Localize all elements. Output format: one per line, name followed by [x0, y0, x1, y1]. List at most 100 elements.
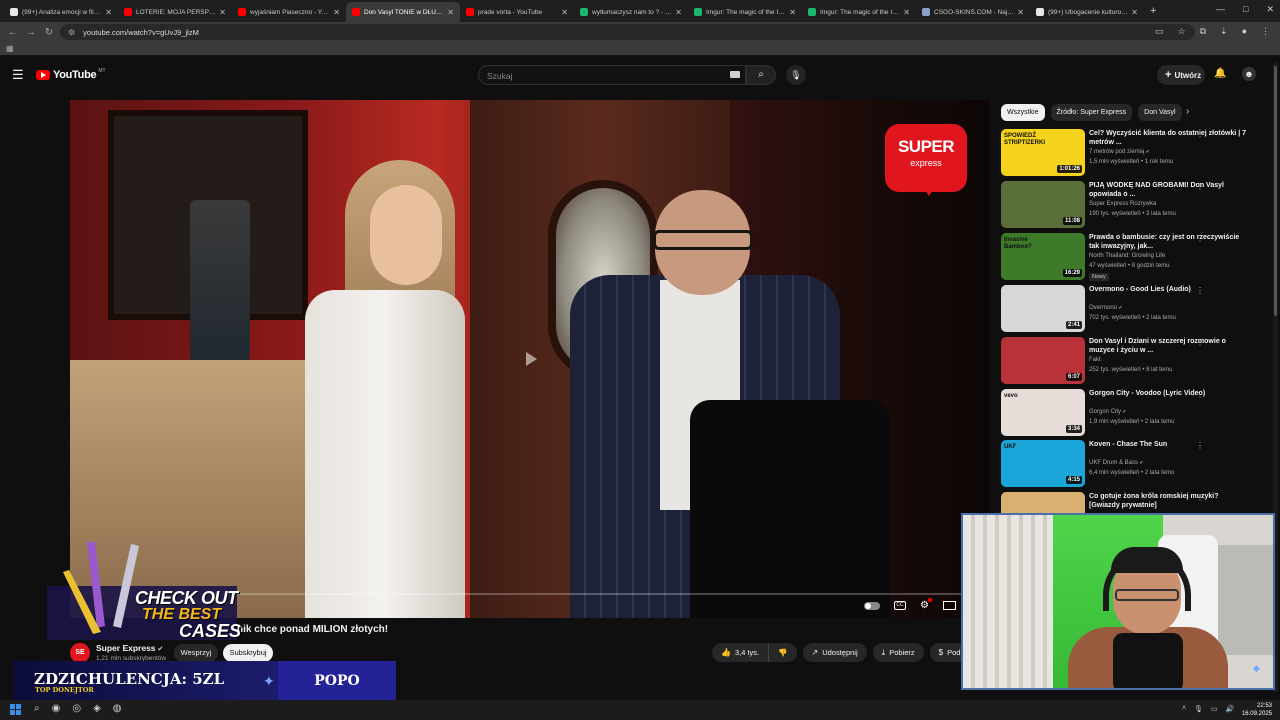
reload-icon[interactable]: ↻ [44, 27, 54, 38]
close-window-icon[interactable]: ✕ [1266, 4, 1274, 15]
address-bar[interactable]: ⚙ youtube.com/watch?v=gUvJ9_jlzM [60, 24, 1195, 40]
tab-close-icon[interactable]: ✕ [219, 8, 226, 17]
browser-tab[interactable]: CSGO-SKINS.COM - Najlepsze✕ [916, 2, 1030, 22]
recommendation-channel-row[interactable]: Overmono ✔ [1089, 305, 1123, 311]
recommendation-channel-row[interactable]: Fakt [1089, 357, 1101, 363]
recommendation-thumbnail[interactable]: UKF 4:15 [1001, 440, 1085, 487]
search-input[interactable]: Szukaj [478, 65, 746, 85]
dislike-button[interactable]: 👎 [769, 643, 797, 662]
browser-tab[interactable]: prade vorta - YouTube ✕ [460, 2, 574, 22]
site-info-icon[interactable]: ⚙ [68, 28, 75, 37]
browser-tab[interactable]: Imgur: The magic of the Internet✕ [802, 2, 916, 22]
recommendation-item[interactable]: Invasive Bamboo? 16:29 Prawda o bambusie: … [1001, 233, 1266, 283]
menu-icon[interactable]: ☰ [12, 67, 24, 83]
tray-mic-icon[interactable]: 🎙 [1194, 705, 1203, 713]
taskbar-obs-icon[interactable]: ◍ [113, 703, 122, 714]
subtitles-icon[interactable]: CC [894, 601, 907, 610]
cast-icon[interactable]: ▭ [1155, 26, 1164, 37]
download-icon[interactable]: ⇣ [1220, 26, 1228, 37]
profile-icon[interactable]: ● [1242, 26, 1247, 37]
tray-network-icon[interactable]: ▭ [1211, 705, 1218, 713]
new-tab-icon[interactable]: + [1150, 5, 1156, 17]
back-icon[interactable]: ← [8, 27, 18, 38]
browser-tab[interactable]: (99+) Analiza emocji w filmie ✕ [4, 2, 118, 22]
tab-close-icon[interactable]: ✕ [333, 8, 340, 17]
search-button[interactable]: ⌕ [746, 65, 776, 85]
tab-close-icon[interactable]: ✕ [675, 8, 682, 17]
channel-avatar[interactable]: SE [70, 643, 90, 663]
taskbar-app-icon[interactable]: ◈ [93, 703, 101, 714]
recommendation-title[interactable]: Prawda o bambusie: czy jest on rzeczywiś… [1089, 233, 1249, 251]
tab-close-icon[interactable]: ✕ [1017, 8, 1024, 17]
recommendation-channel-row[interactable]: UKF Drum & Bass ✔ [1089, 460, 1144, 466]
page-scrollbar-thumb[interactable] [1274, 66, 1277, 316]
keyboard-icon[interactable] [730, 71, 740, 78]
tray-volume-icon[interactable]: 🔊 [1226, 705, 1235, 713]
download-button[interactable]: ⤓ Pobierz [872, 643, 924, 662]
like-button[interactable]: 👍 3,4 tys. [712, 643, 770, 662]
recommendation-thumbnail[interactable]: 11:08 [1001, 181, 1085, 228]
autoplay-toggle[interactable] [864, 601, 881, 610]
apps-icon[interactable]: ▦ [6, 44, 14, 53]
more-options-icon[interactable]: ⋮ [1196, 390, 1204, 399]
theater-mode-icon[interactable] [943, 601, 956, 610]
start-windows-icon[interactable] [10, 704, 21, 715]
recommendation-title[interactable]: Koven - Chase The Sun [1089, 440, 1249, 449]
recommendation-title[interactable]: Co gotuje żona króla romskiej muzyki? [G… [1089, 492, 1249, 510]
minimize-icon[interactable]: — [1216, 4, 1225, 15]
recommendation-thumbnail[interactable]: vevo 3:34 [1001, 389, 1085, 436]
more-options-icon[interactable]: ⋮ [1196, 441, 1204, 450]
bookmark-star-icon[interactable]: ☆ [1178, 26, 1186, 37]
browser-tab[interactable]: Don Vasyl TONIE w DŁUGACH✕ [346, 2, 460, 22]
recommendation-item[interactable]: 11:08 PIJĄ WÓDKĘ NAD GROBAMI! Don Vasyl o… [1001, 181, 1266, 231]
recommendation-title[interactable]: Cel? Wyczyścić klienta do ostatniej złot… [1089, 129, 1249, 147]
taskbar-clock[interactable]: 22:53 16.09.2025 [1238, 702, 1272, 718]
browser-tab[interactable]: wyjaśniam Piaseczno - YouTube✕ [232, 2, 346, 22]
chevron-right-icon[interactable]: › [1186, 106, 1189, 117]
recommendation-item[interactable]: 2:41 Overmono - Good Lies (Audio) Overmono… [1001, 285, 1266, 335]
channel-name-row[interactable]: Super Express ✔ [96, 643, 163, 653]
tab-close-icon[interactable]: ✕ [447, 8, 454, 17]
more-options-icon[interactable]: ⋮ [1196, 286, 1204, 295]
recommendation-thumbnail[interactable]: 6:07 [1001, 337, 1085, 384]
recommendation-item[interactable]: vevo 3:34 Gorgon City - Voodoo (Lyric Vide… [1001, 389, 1266, 439]
recommendation-item[interactable]: SPOWIEDŹ STRIPTIZERKI 1:01:26 Cel? Wyczyśc… [1001, 129, 1266, 179]
recommendation-channel-row[interactable]: 7 metrów pod ziemią ✔ [1089, 149, 1150, 155]
recommendation-channel-row[interactable]: North Thailand: Growing Life [1089, 253, 1165, 259]
browser-tab[interactable]: Imgur: The magic of the Internet✕ [688, 2, 802, 22]
recommendation-title[interactable]: Gorgon City - Voodoo (Lyric Video) [1089, 389, 1249, 398]
tab-close-icon[interactable]: ✕ [561, 8, 568, 17]
youtube-logo[interactable]: YouTube MT [36, 68, 106, 81]
recommendation-channel-row[interactable]: Gorgon City ✔ [1089, 409, 1127, 415]
recommendation-thumbnail[interactable]: SPOWIEDŹ STRIPTIZERKI 1:01:26 [1001, 129, 1085, 176]
notifications-bell-icon[interactable]: 🔔 [1214, 68, 1226, 79]
filter-chip[interactable]: Don Vasyl [1138, 104, 1182, 121]
channel-name[interactable]: Super Express [96, 643, 156, 653]
browser-tab[interactable]: wytłumaczysz nam to ? - Imgur✕ [574, 2, 688, 22]
center-play-icon[interactable] [520, 348, 542, 370]
filter-chip[interactable]: Źródło: Super Express [1050, 104, 1133, 121]
tray-chevron-icon[interactable]: ˄ [1182, 705, 1186, 713]
taskbar-discord-icon[interactable]: ◉ [52, 703, 61, 714]
tab-close-icon[interactable]: ✕ [105, 8, 112, 17]
share-button[interactable]: ↗ Udostępnij [802, 643, 867, 662]
support-button[interactable]: Wesprzyj [174, 644, 218, 662]
subscribe-button[interactable]: Subskrybuj [223, 644, 273, 662]
create-button[interactable]: + Utwórz [1157, 65, 1205, 85]
recommendation-channel-row[interactable]: Super Express Rozrywka [1089, 201, 1156, 207]
more-options-icon[interactable]: ⋮ [1196, 182, 1204, 191]
recommendation-item[interactable]: 6:07 Don Vasyl i Dziani w szczerej rozmow… [1001, 337, 1266, 387]
browser-tab[interactable]: LOTERIE: MOJA PERSPEKTYWA✕ [118, 2, 232, 22]
more-options-icon[interactable]: ⋮ [1196, 338, 1204, 347]
filter-chip[interactable]: Wszystkie [1001, 104, 1045, 121]
more-options-icon[interactable]: ⋮ [1196, 493, 1204, 502]
taskbar-chrome-icon[interactable]: ◎ [72, 703, 81, 714]
more-options-icon[interactable]: ⋮ [1196, 130, 1204, 139]
tab-close-icon[interactable]: ✕ [1131, 8, 1138, 17]
extensions-icon[interactable]: ⧉ [1200, 26, 1206, 37]
taskbar-search-icon[interactable]: ⌕ [34, 703, 40, 714]
browser-tab[interactable]: (99+) Ubogacenie kulturowe ✕ [1030, 2, 1144, 22]
recommendation-title[interactable]: Don Vasyl i Dziani w szczerej rozmowie o… [1089, 337, 1249, 355]
recommendation-item[interactable]: UKF 4:15 Koven - Chase The Sun UKF Drum & B… [1001, 440, 1266, 490]
recommendation-title[interactable]: PIJĄ WÓDKĘ NAD GROBAMI! Don Vasyl opowia… [1089, 181, 1249, 199]
